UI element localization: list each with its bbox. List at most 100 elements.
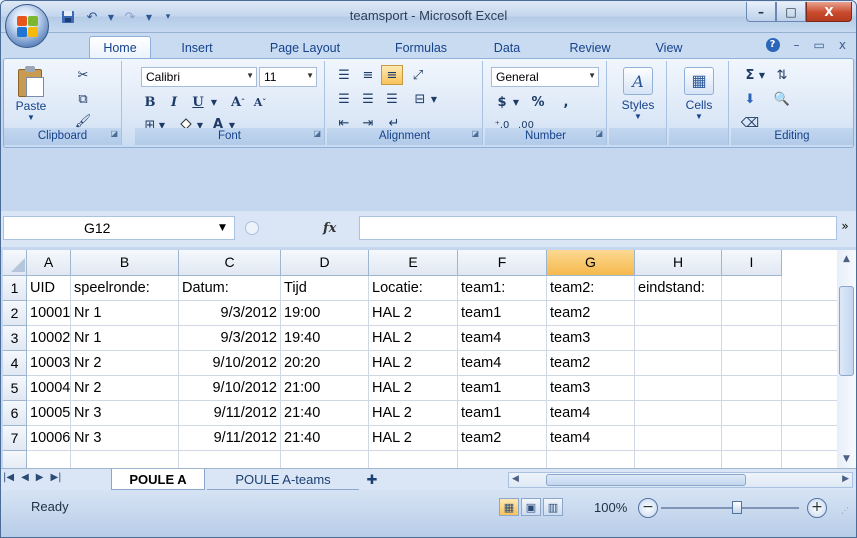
copy-icon[interactable]: ⧉ <box>72 89 94 109</box>
paste-dropdown-icon[interactable]: ▼ <box>27 113 35 122</box>
row-header[interactable]: 6 <box>3 401 27 426</box>
cell[interactable]: 19:40 <box>281 326 369 351</box>
column-header-a[interactable]: A <box>27 250 71 276</box>
currency-dropdown-icon[interactable]: ▼ <box>511 92 521 112</box>
vertical-scrollbar[interactable]: ▲ ▼ <box>837 250 856 468</box>
cells-button[interactable]: ▦ Cells ▼ <box>676 65 722 121</box>
office-button[interactable] <box>5 4 49 48</box>
paste-button[interactable]: Paste ▼ <box>8 63 54 123</box>
cell[interactable]: team1 <box>458 376 547 401</box>
tab-insert[interactable]: Insert <box>169 36 225 59</box>
cell[interactable]: 9/10/2012 <box>179 376 281 401</box>
row-header[interactable]: 1 <box>3 276 27 301</box>
page-layout-view-icon[interactable]: ▣ <box>521 498 541 516</box>
align-center-icon[interactable]: ☰ <box>357 89 379 109</box>
sheet-tab-poule-a[interactable]: POULE A <box>111 469 205 490</box>
cell[interactable] <box>782 451 837 468</box>
cell[interactable] <box>71 451 179 468</box>
tab-page-layout[interactable]: Page Layout <box>253 36 357 59</box>
styles-button[interactable]: A Styles ▼ <box>615 65 661 121</box>
cell[interactable] <box>722 376 782 401</box>
autosum-dropdown-icon[interactable]: ▼ <box>757 65 767 85</box>
cell[interactable]: HAL 2 <box>369 351 458 376</box>
scroll-right-icon[interactable]: ▶ <box>842 474 849 484</box>
prev-sheet-icon[interactable]: ◀ <box>21 472 29 483</box>
cell[interactable]: team1: <box>458 276 547 301</box>
cell[interactable]: 21:00 <box>281 376 369 401</box>
row-header[interactable]: 2 <box>3 301 27 326</box>
close-button[interactable]: X <box>806 2 852 22</box>
cell[interactable] <box>782 326 837 351</box>
cell[interactable]: 21:40 <box>281 401 369 426</box>
clipboard-launcher-icon[interactable]: ◪ <box>110 125 118 142</box>
cell[interactable]: HAL 2 <box>369 401 458 426</box>
cell[interactable] <box>635 326 722 351</box>
help-icon[interactable]: ? <box>765 38 780 52</box>
row-header[interactable]: 7 <box>3 426 27 451</box>
cell[interactable]: 9/3/2012 <box>179 301 281 326</box>
align-middle-icon[interactable]: ≡ <box>357 65 379 85</box>
cell[interactable] <box>722 351 782 376</box>
cell[interactable] <box>635 451 722 468</box>
currency-icon[interactable]: $ <box>491 92 513 112</box>
orientation-icon[interactable]: ⤢ <box>407 65 429 85</box>
cell[interactable]: 20:20 <box>281 351 369 376</box>
cell[interactable] <box>782 426 837 451</box>
cell[interactable]: UID <box>27 276 71 301</box>
column-header-h[interactable]: H <box>635 250 722 276</box>
scroll-up-icon[interactable]: ▲ <box>839 252 854 266</box>
insert-function-icon[interactable]: fx <box>323 221 336 236</box>
underline-dropdown-icon[interactable]: ▼ <box>209 92 219 112</box>
tab-review[interactable]: Review <box>555 36 625 59</box>
cell[interactable]: 21:40 <box>281 426 369 451</box>
cell[interactable]: 19:00 <box>281 301 369 326</box>
name-box[interactable]: G12 <box>3 216 235 240</box>
column-header-g[interactable]: G <box>547 250 635 276</box>
column-header-c[interactable]: C <box>179 250 281 276</box>
cell[interactable] <box>722 276 782 301</box>
cell[interactable]: 10002 <box>27 326 71 351</box>
cell[interactable] <box>635 401 722 426</box>
zoom-in-icon[interactable]: + <box>807 498 827 518</box>
percent-icon[interactable]: % <box>527 92 549 112</box>
zoom-slider-thumb[interactable] <box>732 501 742 514</box>
fill-icon[interactable]: ⬇ <box>739 89 761 109</box>
cell[interactable]: 10004 <box>27 376 71 401</box>
cell[interactable]: team4 <box>458 326 547 351</box>
font-name-select[interactable]: Calibri ▼ <box>141 67 257 87</box>
cell[interactable] <box>782 351 837 376</box>
number-format-select[interactable]: General ▼ <box>491 67 599 87</box>
sheet-tab-poule-a-teams[interactable]: POULE A-teams <box>207 469 359 490</box>
cell[interactable]: 9/11/2012 <box>179 401 281 426</box>
ribbon-close-icon[interactable]: x <box>839 38 846 52</box>
row-header[interactable]: 5 <box>3 376 27 401</box>
column-header-d[interactable]: D <box>281 250 369 276</box>
bold-icon[interactable]: B <box>139 92 161 112</box>
cell[interactable]: 10001 <box>27 301 71 326</box>
cell[interactable]: team1 <box>458 401 547 426</box>
scroll-down-icon[interactable]: ▼ <box>839 452 854 466</box>
cell[interactable] <box>782 401 837 426</box>
align-bottom-icon[interactable]: ≡ <box>381 65 403 85</box>
cell[interactable] <box>635 301 722 326</box>
cell[interactable]: HAL 2 <box>369 301 458 326</box>
cell[interactable]: team4 <box>458 351 547 376</box>
horizontal-scrollbar[interactable]: ◀ ▶ <box>508 472 853 488</box>
cell[interactable] <box>635 426 722 451</box>
cell[interactable] <box>635 351 722 376</box>
alignment-launcher-icon[interactable]: ◪ <box>471 125 479 142</box>
shrink-font-icon[interactable]: Aˇ <box>249 92 271 112</box>
formula-bar-expand-icon[interactable]: » <box>838 219 852 237</box>
cell[interactable]: 10005 <box>27 401 71 426</box>
first-sheet-icon[interactable]: |◀ <box>3 472 14 483</box>
cell[interactable]: team1 <box>458 301 547 326</box>
cut-icon[interactable]: ✂ <box>72 65 94 85</box>
align-left-icon[interactable]: ☰ <box>333 89 355 109</box>
cell[interactable] <box>722 401 782 426</box>
ribbon-restore-icon[interactable]: ▭ <box>814 38 825 52</box>
cell[interactable]: Tijd <box>281 276 369 301</box>
comma-icon[interactable]: , <box>555 92 577 112</box>
resize-grip-icon[interactable]: ⋰ <box>841 506 849 515</box>
sort-filter-icon[interactable]: ⇅ <box>771 65 793 85</box>
formula-bar-handle-icon[interactable] <box>245 221 259 235</box>
